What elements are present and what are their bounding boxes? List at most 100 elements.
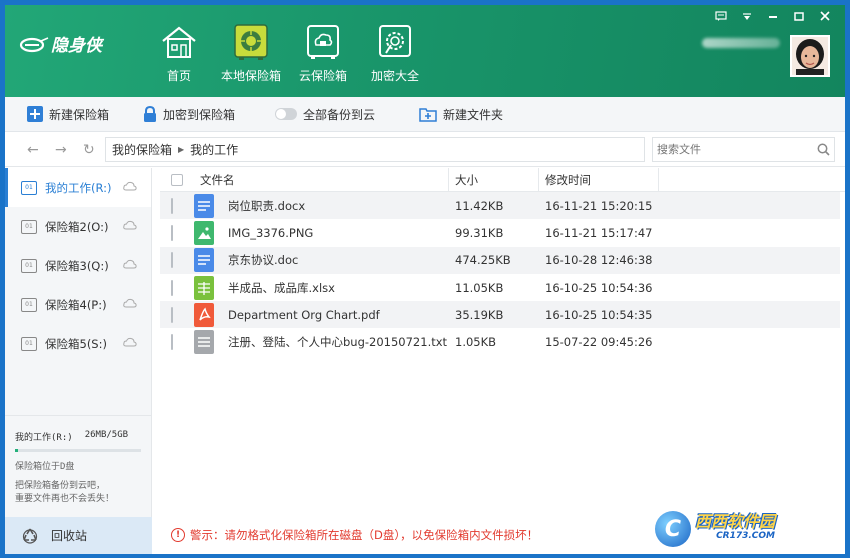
cloud-icon[interactable] — [123, 220, 137, 230]
username-blurred[interactable] — [702, 38, 780, 48]
column-header-name[interactable]: 文件名 — [194, 167, 449, 192]
row-checkbox[interactable] — [171, 279, 173, 296]
sidebar-item-vault-o[interactable]: 01 保险箱2(O:) — [5, 207, 151, 246]
search-box[interactable] — [652, 137, 835, 162]
table-row[interactable]: 注册、登陆、个人中心bug-20150721.txt 1.05KB 15-07-22… — [160, 328, 840, 355]
avatar[interactable] — [790, 35, 830, 77]
table-row[interactable]: 岗位职责.docx 11.42KB 16-11-21 15:20:15 — [160, 192, 840, 220]
breadcrumb-item[interactable]: 我的保险箱 — [112, 141, 172, 158]
file-name-cell[interactable]: 半成品、成品库.xlsx — [194, 275, 449, 300]
encrypt-to-vault-button[interactable]: 加密到保险箱 — [143, 106, 235, 123]
refresh-icon[interactable]: ↻ — [83, 142, 95, 158]
file-name-cell[interactable]: 注册、登陆、个人中心bug-20150721.txt — [194, 330, 449, 355]
select-all-checkbox[interactable] — [171, 173, 183, 186]
cloud-icon[interactable] — [123, 181, 137, 191]
row-checkbox-cell — [160, 334, 194, 351]
new-vault-button[interactable]: 新建保险箱 — [27, 106, 109, 123]
minimize-icon[interactable] — [765, 11, 781, 25]
search-icon[interactable] — [812, 143, 834, 156]
cloud-icon[interactable] — [123, 337, 137, 347]
back-arrow-icon[interactable]: ← — [27, 142, 39, 158]
file-name-cell[interactable]: Department Org Chart.pdf — [194, 302, 449, 327]
watermark-logo-icon: C — [655, 511, 691, 547]
vault-icon: 01 — [21, 180, 37, 195]
sidebar-item-vault-q[interactable]: 01 保险箱3(Q:) — [5, 246, 151, 285]
row-checkbox[interactable] — [171, 252, 173, 269]
header-checkbox-cell — [160, 168, 194, 192]
row-checkbox[interactable] — [171, 224, 173, 241]
window-controls — [713, 11, 833, 25]
table-row[interactable]: 京东协议.doc 474.25KB 16-10-28 12:46:38 — [160, 246, 840, 274]
file-name-cell[interactable]: 岗位职责.docx — [194, 193, 449, 218]
search-input[interactable] — [653, 143, 812, 156]
file-size: 11.42KB — [455, 198, 504, 213]
cloud-icon[interactable] — [123, 298, 137, 308]
file-modified: 16-10-28 12:46:38 — [545, 253, 653, 268]
warning-text: 警示：请勿格式化保险箱所在磁盘（D盘），以免保险箱内文件损坏！ — [190, 528, 539, 542]
sidebar-item-vault-p[interactable]: 01 保险箱4(P:) — [5, 285, 151, 324]
file-size: 11.05KB — [455, 280, 504, 295]
table-row[interactable]: IMG_3376.PNG 99.31KB 16-11-21 15:17:47 — [160, 219, 840, 246]
file-size: 35.19KB — [455, 307, 504, 322]
column-header-modified[interactable]: 修改时间 — [539, 167, 659, 192]
table-body: 岗位职责.docx 11.42KB 16-11-21 15:20:15 IMG_337… — [160, 192, 845, 356]
nav-local-vault[interactable]: 本地保险箱 — [215, 23, 287, 84]
message-icon[interactable] — [713, 11, 729, 25]
new-folder-button[interactable]: 新建文件夹 — [419, 106, 503, 123]
backup-all-toggle[interactable]: 全部备份到云 — [275, 106, 375, 123]
nav-home[interactable]: 首页 — [143, 23, 215, 84]
recycle-bin-button[interactable]: 回收站 — [5, 517, 152, 554]
doc-file-icon — [194, 193, 214, 218]
file-name: IMG_3376.PNG — [228, 225, 314, 240]
backup-toggle-switch[interactable] — [275, 108, 298, 120]
file-name: 注册、登陆、个人中心bug-20150721.txt — [228, 335, 448, 350]
file-size: 99.31KB — [455, 225, 504, 240]
lock-icon — [144, 106, 157, 122]
row-checkbox-cell — [160, 252, 194, 269]
sidebar-item-vault-r[interactable]: 01 我的工作(R:) — [5, 168, 151, 207]
usage-progress-fill — [15, 449, 19, 452]
row-checkbox[interactable] — [171, 334, 173, 351]
row-checkbox[interactable] — [171, 197, 173, 214]
row-checkbox[interactable] — [171, 306, 173, 323]
site-watermark: C 西西软件园 CR173.COM — [655, 508, 835, 550]
vault-label: 保险箱4(P:) — [45, 297, 107, 312]
table-row[interactable]: Department Org Chart.pdf 35.19KB 16-10-25 … — [160, 301, 840, 329]
file-name-cell[interactable]: 京东协议.doc — [194, 248, 449, 273]
address-bar-row: ← → ↻ 我的保险箱 ▶ 我的工作 — [5, 133, 845, 167]
file-name-cell[interactable]: IMG_3376.PNG — [194, 220, 449, 245]
txt-file-icon — [194, 330, 214, 355]
toolbar: 新建保险箱 加密到保险箱 全部备份到云 新建文件夹 — [5, 97, 845, 132]
forward-arrow-icon[interactable]: → — [55, 142, 67, 158]
vault-usage-panel: 我的工作(R:) 26MB/5GB 保险箱位于D盘 把保险箱备份到云吧， 重要文… — [5, 415, 152, 506]
usage-progress-bar — [15, 449, 141, 452]
cloud-icon[interactable] — [123, 259, 137, 269]
nav-encrypt-all[interactable]: 加密大全 — [359, 23, 431, 84]
nav-cloud-vault-label: 云保险箱 — [298, 69, 347, 83]
column-header-size[interactable]: 大小 — [449, 167, 539, 192]
plus-icon — [27, 106, 43, 122]
sidebar-item-vault-s[interactable]: 01 保险箱5(S:) — [5, 324, 151, 363]
nav-home-label: 首页 — [166, 69, 191, 83]
row-checkbox-cell — [160, 224, 194, 241]
backup-tip: 把保险箱备份到云吧， 重要文件再也不会丢失！ — [15, 480, 142, 506]
main-nav: 首页 本地保险箱 云保险箱 加密大全 — [143, 23, 431, 84]
breadcrumb-item[interactable]: 我的工作 — [190, 141, 238, 158]
file-name: Department Org Chart.pdf — [228, 307, 380, 322]
doc-file-icon — [194, 248, 214, 273]
file-name: 岗位职责.docx — [228, 198, 306, 213]
table-row[interactable]: 半成品、成品库.xlsx 11.05KB 16-10-25 10:54:36 — [160, 274, 840, 301]
usage-vault-name: 我的工作(R:) — [15, 433, 73, 443]
file-modified: 16-10-25 10:54:35 — [545, 307, 653, 322]
logo-icon — [19, 36, 49, 52]
usage-size: 26MB/5GB — [84, 430, 129, 440]
maximize-icon[interactable] — [791, 11, 807, 25]
dropdown-icon[interactable] — [739, 11, 755, 25]
file-modified: 16-10-25 10:54:36 — [545, 280, 653, 295]
nav-cloud-vault[interactable]: 云保险箱 — [287, 23, 359, 84]
file-size: 1.05KB — [455, 335, 497, 350]
close-icon[interactable] — [817, 11, 833, 25]
file-modified: 16-11-21 15:17:47 — [545, 225, 653, 240]
breadcrumb[interactable]: 我的保险箱 ▶ 我的工作 — [105, 137, 645, 162]
warning-message: ! 警示：请勿格式化保险箱所在磁盘（D盘），以免保险箱内文件损坏！ — [171, 527, 538, 543]
